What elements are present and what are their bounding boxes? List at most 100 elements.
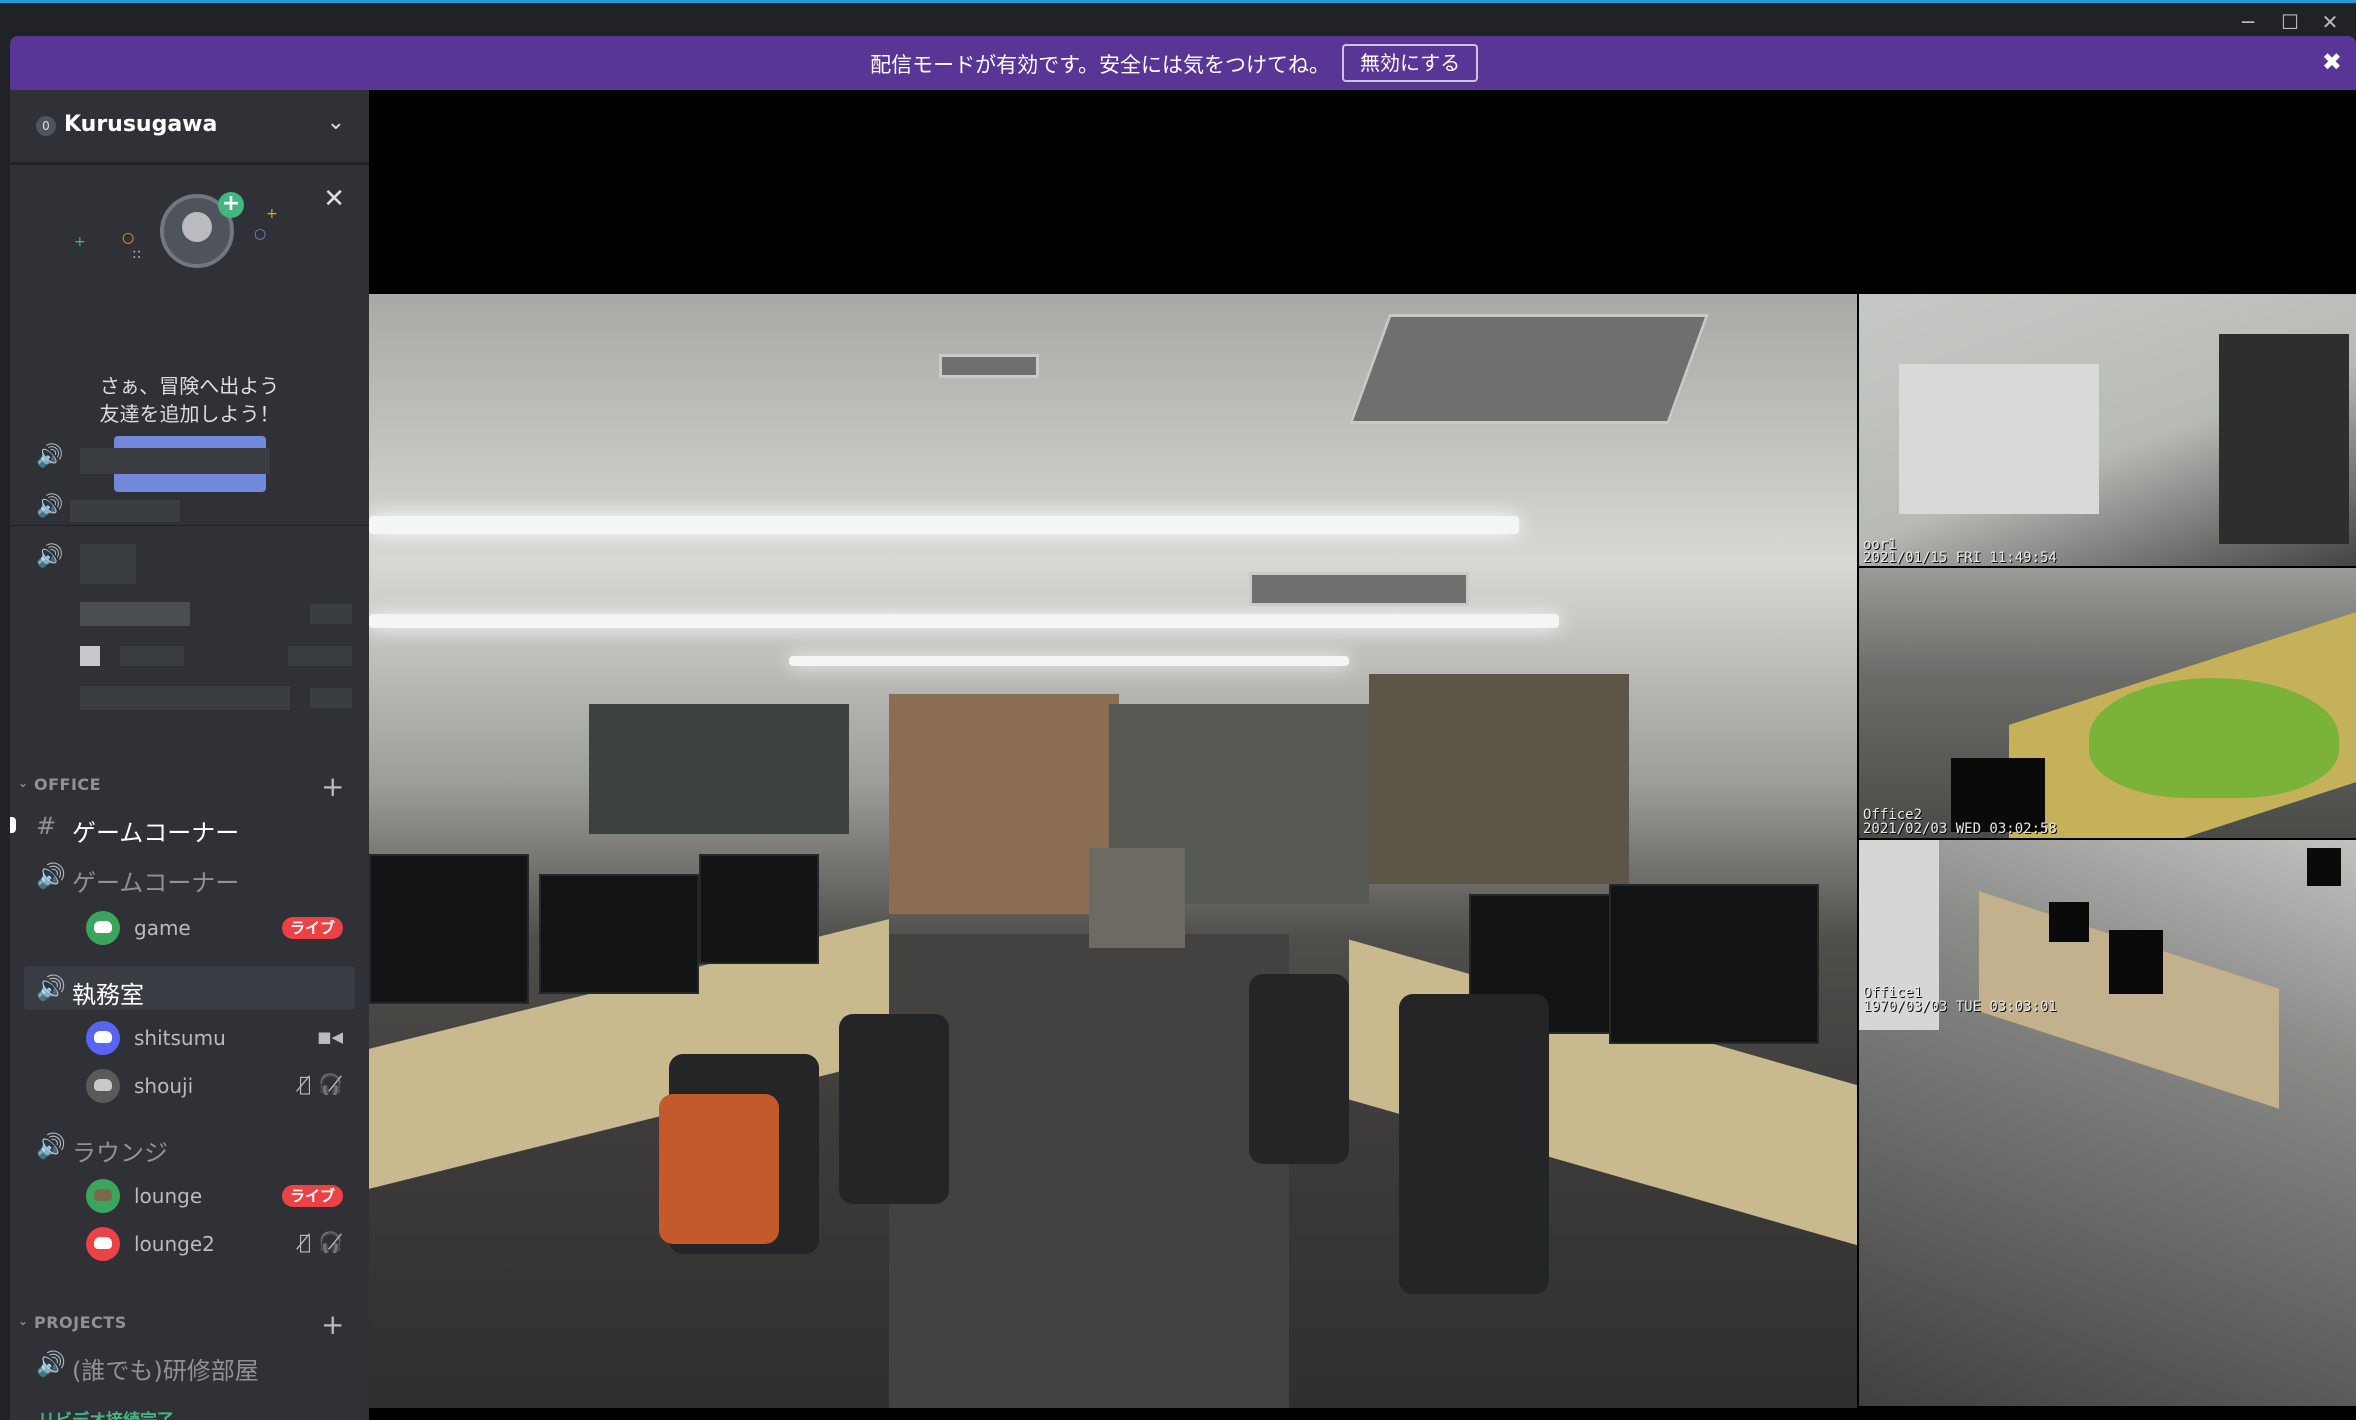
chevron-down-icon[interactable]: ⌄	[327, 110, 345, 135]
username: lounge	[134, 1184, 203, 1208]
voice-user-game[interactable]: game ライブ	[24, 906, 355, 950]
monitor	[539, 874, 699, 994]
server-boost-badge: 0	[36, 116, 56, 136]
category-office[interactable]: ⌄ OFFICE +	[10, 770, 369, 803]
ceiling-light	[369, 614, 1559, 628]
privacy-mask	[2109, 930, 2163, 994]
voice-user-lounge[interactable]: lounge ライブ	[24, 1174, 355, 1218]
sparkle-icon: +	[266, 206, 278, 222]
bean-bag	[2089, 678, 2339, 798]
chevron-down-icon: ⌄	[18, 776, 29, 790]
speaker-icon: 🔊	[36, 544, 64, 569]
obscured-user	[120, 646, 184, 666]
main-camera-feed	[369, 294, 1857, 1408]
chevron-down-icon: ⌄	[18, 1314, 29, 1328]
ceiling-vent	[1249, 572, 1469, 606]
privacy-mask	[2307, 848, 2341, 886]
speaker-icon: 🔊	[36, 444, 64, 469]
doorway	[2219, 334, 2349, 544]
obscured-user	[80, 646, 100, 666]
channel-shitsumu[interactable]: 🔊 執務室	[24, 966, 355, 1010]
add-friend-illustration: +	[160, 192, 244, 268]
username: lounge2	[134, 1232, 215, 1256]
muted-mic-icon: 🎙̸	[298, 1072, 311, 1096]
channel-sidebar: 0 Kurusugawa ⌄ ✕ + ○ :: ○ + + さぁ、冒険へ出よう …	[10, 90, 369, 1420]
channel-game-corner-voice[interactable]: 🔊 ゲームコーナー	[24, 854, 355, 898]
voice-user-shouji[interactable]: shouji 🎙̸ 🎧̸	[24, 1064, 355, 1108]
streamer-mode-banner: 配信モードが有効です。安全には気をつけてね。 無効にする ✖	[10, 36, 2356, 90]
camera-timestamp: 2021/01/15 FRI 11:49:54	[1863, 550, 2057, 566]
sparkle-icon: ○	[254, 226, 267, 242]
voice-connected-status: リビデオ接続完了	[38, 1406, 174, 1420]
maximize-button[interactable]: ☐	[2270, 9, 2310, 35]
monitor	[369, 854, 529, 1004]
username: game	[134, 916, 191, 940]
channel-lounge[interactable]: 🔊 ラウンジ	[24, 1124, 355, 1168]
category-label: PROJECTS	[34, 1313, 127, 1332]
office-chair	[1399, 994, 1549, 1294]
pixelated-person	[1089, 848, 1185, 948]
doors	[1899, 364, 2099, 514]
obscured-user	[80, 602, 190, 626]
video-camera-icon: ■◀	[317, 1028, 343, 1046]
obscured-channel[interactable]	[70, 500, 180, 522]
avatar	[86, 1227, 120, 1261]
server-header[interactable]: 0 Kurusugawa ⌄	[10, 90, 369, 164]
banner-close-icon[interactable]: ✖	[2322, 48, 2342, 76]
speaker-icon: 🔊	[36, 974, 66, 1002]
add-channel-icon[interactable]: +	[321, 1308, 345, 1341]
channel-game-corner-text[interactable]: # ゲームコーナー	[24, 804, 355, 848]
channel-name: (誰でも)研修部屋	[72, 1357, 259, 1385]
invite-line-1: さぁ、冒険へ出よう	[99, 374, 280, 398]
voice-user-shitsumu[interactable]: shitsumu ■◀	[24, 1016, 355, 1060]
username: shouji	[134, 1074, 194, 1098]
obscured-user	[288, 646, 352, 666]
obscured-user	[310, 688, 352, 708]
speaker-icon: 🔊	[36, 494, 64, 519]
obscured-user	[310, 604, 352, 624]
avatar	[86, 1069, 120, 1103]
shelves	[889, 694, 1119, 914]
stream-viewer[interactable]: oor1 2021/01/15 FRI 11:49:54 Office2 202…	[369, 90, 2356, 1420]
camera-timestamp: 1970/03/03 TUE 03:03:01	[1863, 999, 2057, 1015]
sparkle-icon: +	[74, 234, 86, 250]
office-chair	[839, 1014, 949, 1204]
camera-feed-2: Office2 2021/02/03 WED 03:02:58	[1859, 568, 2356, 838]
hashtag-icon: #	[36, 812, 57, 840]
speaker-icon: 🔊	[36, 1132, 66, 1160]
ceiling-light	[369, 516, 1519, 534]
close-window-button[interactable]: ✕	[2310, 9, 2350, 35]
obscured-channel[interactable]	[80, 544, 136, 584]
muted-mic-icon: 🎙̸	[298, 1230, 311, 1254]
add-channel-icon[interactable]: +	[321, 770, 345, 803]
ceiling-vent	[1348, 314, 1710, 424]
camera-feed-1: oor1 2021/01/15 FRI 11:49:54	[1859, 294, 2356, 566]
channel-kenshu[interactable]: 🔊 (誰でも)研修部屋	[24, 1342, 355, 1386]
channel-name: ゲームコーナー	[72, 819, 240, 847]
floor	[889, 934, 1289, 1408]
voice-user-lounge2[interactable]: lounge2 🎙̸ 🎧̸	[24, 1222, 355, 1266]
bulletin-board	[589, 704, 849, 834]
discord-app: ─ ☐ ✕ 配信モードが有効です。安全には気をつけてね。 無効にする ✖ 0 K…	[0, 0, 2356, 1420]
office-chair	[659, 1094, 779, 1244]
office-chair	[1249, 974, 1349, 1164]
channel-name: 執務室	[72, 981, 144, 1009]
shelves	[1369, 674, 1629, 884]
deafened-icon: 🎧̸	[318, 1072, 343, 1096]
monitor	[699, 854, 819, 964]
category-projects[interactable]: ⌄ PROJECTS +	[10, 1308, 369, 1341]
close-icon[interactable]: ✕	[323, 184, 345, 214]
disable-streamer-mode-button[interactable]: 無効にする	[1342, 44, 1479, 82]
server-name: Kurusugawa	[64, 112, 218, 137]
sparkle-icon: ○	[122, 230, 135, 246]
ceiling-vent	[939, 354, 1039, 378]
privacy-mask	[2049, 902, 2089, 942]
speaker-icon: 🔊	[36, 1350, 66, 1378]
banner-message: 配信モードが有効です。安全には気をつけてね。	[870, 53, 1330, 77]
plus-icon: +	[218, 192, 244, 218]
camera-timestamp: 2021/02/03 WED 03:02:58	[1863, 821, 2057, 837]
minimize-button[interactable]: ─	[2228, 9, 2268, 35]
obscured-channel[interactable]	[80, 448, 270, 474]
obscured-user	[80, 686, 290, 710]
ceiling-light	[789, 656, 1349, 666]
